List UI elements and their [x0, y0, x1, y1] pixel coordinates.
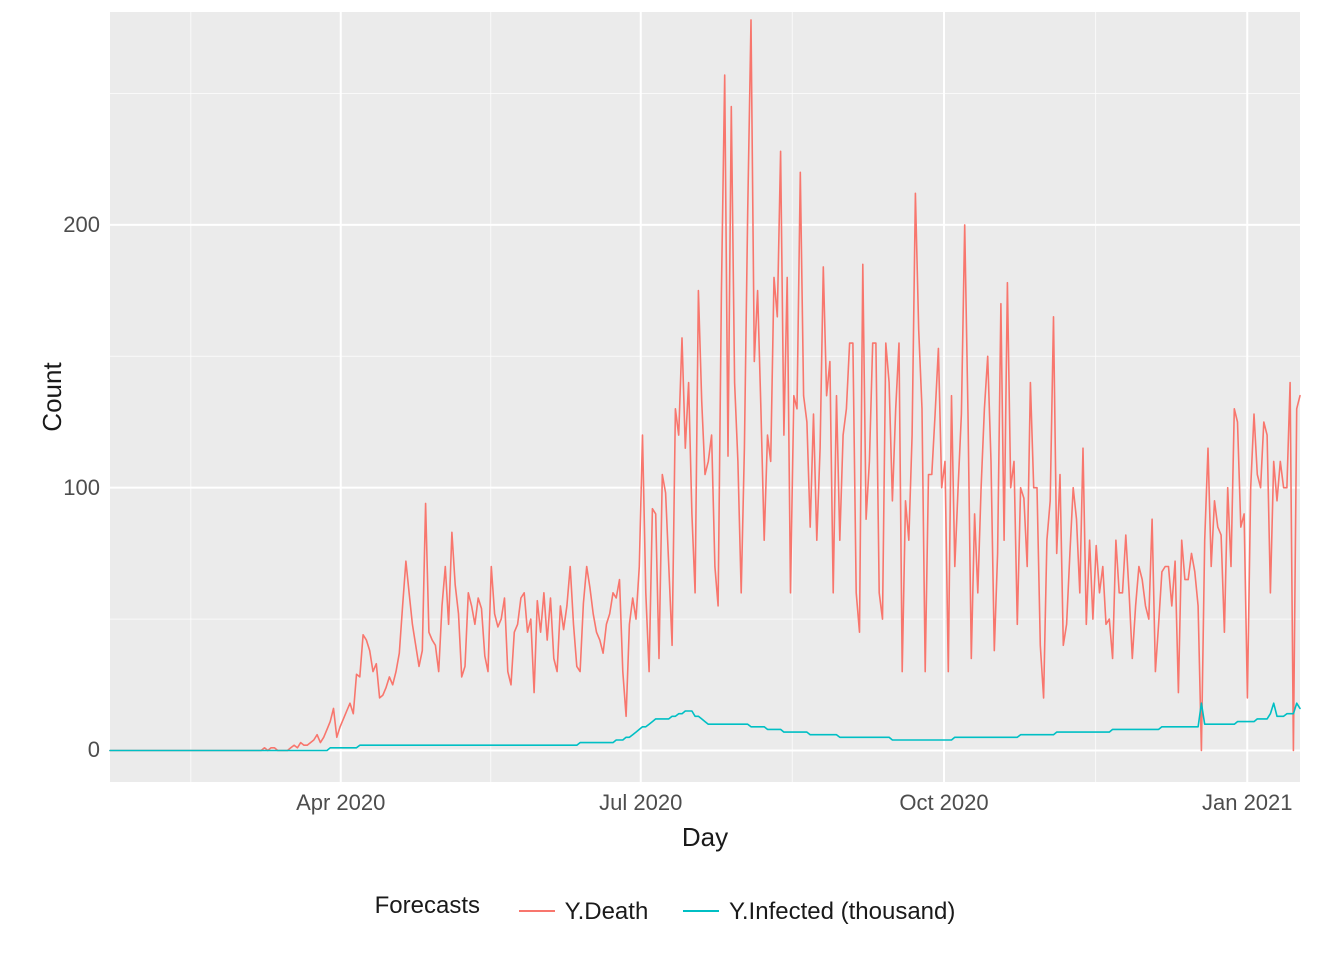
x-tick-label: Apr 2020	[296, 790, 385, 816]
legend-label-infected: Y.Infected (thousand)	[729, 898, 955, 926]
legend-swatch-death	[519, 910, 555, 912]
legend-label-death: Y.Death	[565, 898, 649, 926]
series-group	[110, 20, 1300, 751]
y-tick-label: 100	[0, 475, 100, 501]
series-line	[110, 20, 1300, 751]
y-tick-label: 200	[0, 212, 100, 238]
x-tick-label: Jan 2021	[1202, 790, 1293, 816]
x-axis-title: Day	[110, 822, 1300, 853]
x-tick-label: Jul 2020	[599, 790, 682, 816]
gridlines	[110, 12, 1300, 782]
x-tick-label: Oct 2020	[899, 790, 988, 816]
legend-title: Forecasts	[375, 892, 480, 919]
chart-container: Count Day Forecasts Y.Death Y.Infected (…	[0, 0, 1344, 960]
y-axis-title: Count	[37, 362, 68, 431]
legend-item-infected: Y.Infected (thousand)	[683, 898, 955, 926]
legend-swatch-infected	[683, 910, 719, 912]
legend: Forecasts Y.Death Y.Infected (thousand)	[0, 892, 1344, 926]
series-line	[110, 703, 1300, 750]
legend-item-death: Y.Death	[519, 898, 649, 926]
plot-svg	[110, 12, 1300, 782]
y-tick-label: 0	[0, 737, 100, 763]
plot-panel	[110, 12, 1300, 782]
